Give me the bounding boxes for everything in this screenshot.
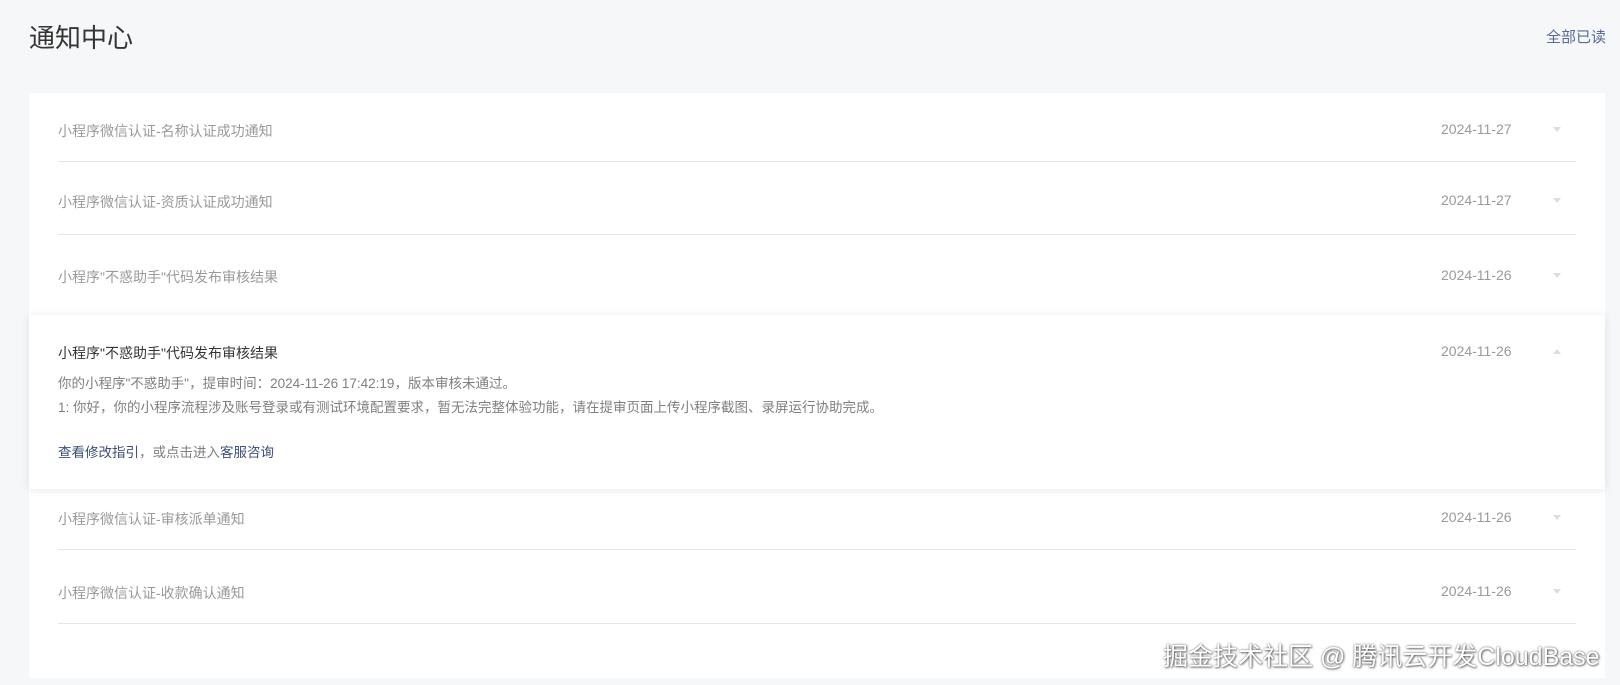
notification-title: 小程序"不惑助手"代码发布审核结果 — [58, 345, 278, 361]
notification-item-expanded[interactable]: 小程序"不惑助手"代码发布审核结果 2024-11-26 你的小程序"不惑助手"… — [29, 315, 1605, 489]
notification-list: 小程序微信认证-名称认证成功通知 2024-11-27 小程序微信认证-资质认证… — [29, 93, 1605, 678]
notification-date: 2024-11-27 — [1441, 192, 1512, 208]
notification-date: 2024-11-27 — [1441, 121, 1512, 137]
notification-item[interactable]: 小程序微信认证-资质认证成功通知 2024-11-27 — [29, 164, 1605, 238]
notification-date: 2024-11-26 — [1441, 343, 1512, 359]
notification-title: 小程序"不惑助手"代码发布审核结果 — [58, 269, 278, 285]
notification-title: 小程序微信认证-资质认证成功通知 — [58, 194, 273, 210]
chevron-up-icon[interactable] — [1553, 349, 1561, 354]
notification-title: 小程序微信认证-名称认证成功通知 — [58, 123, 273, 139]
divider — [58, 161, 1576, 162]
notification-body: 你的小程序"不惑助手"，提审时间：2024-11-26 17:42:19，版本审… — [58, 372, 883, 420]
customer-service-link[interactable]: 客服咨询 — [220, 445, 274, 460]
divider — [58, 623, 1576, 624]
page-title: 通知中心 — [29, 23, 134, 53]
notification-body-line: 1: 你好，你的小程序流程涉及账号登录或有测试环境配置要求，暂无法完整体验功能，… — [58, 400, 884, 415]
notification-item[interactable]: 小程序微信认证-名称认证成功通知 2024-11-27 — [29, 93, 1605, 167]
notification-title: 小程序微信认证-收款确认通知 — [58, 585, 245, 601]
notification-date: 2024-11-26 — [1441, 267, 1512, 283]
view-guide-link[interactable]: 查看修改指引 — [58, 445, 139, 460]
notification-item[interactable]: 小程序微信认证-审核派单通知 2024-11-26 — [29, 481, 1605, 555]
chevron-down-icon[interactable] — [1553, 127, 1561, 132]
divider — [58, 234, 1576, 235]
actions-separator-text: ，或点击进入 — [139, 445, 220, 460]
mark-all-read-button[interactable]: 全部已读 — [1546, 26, 1606, 47]
watermark-text: 掘金技术社区 @ 腾讯云开发CloudBase — [1163, 643, 1600, 671]
divider — [58, 549, 1576, 550]
chevron-down-icon[interactable] — [1553, 589, 1561, 594]
notification-title: 小程序微信认证-审核派单通知 — [58, 511, 245, 527]
chevron-down-icon[interactable] — [1553, 273, 1561, 278]
notification-body-line: 你的小程序"不惑助手"，提审时间：2024-11-26 17:42:19，版本审… — [58, 376, 516, 391]
notification-date: 2024-11-26 — [1441, 509, 1512, 525]
notification-item[interactable]: 小程序"不惑助手"代码发布审核结果 2024-11-26 — [29, 239, 1605, 313]
notification-actions: 查看修改指引，或点击进入客服咨询 — [58, 441, 274, 461]
notification-item[interactable]: 小程序微信认证-收款确认通知 2024-11-26 — [29, 555, 1605, 629]
chevron-down-icon[interactable] — [1553, 515, 1561, 520]
page-header: 通知中心 全部已读 — [29, 18, 1606, 58]
chevron-down-icon[interactable] — [1553, 198, 1561, 203]
notification-date: 2024-11-26 — [1441, 583, 1512, 599]
